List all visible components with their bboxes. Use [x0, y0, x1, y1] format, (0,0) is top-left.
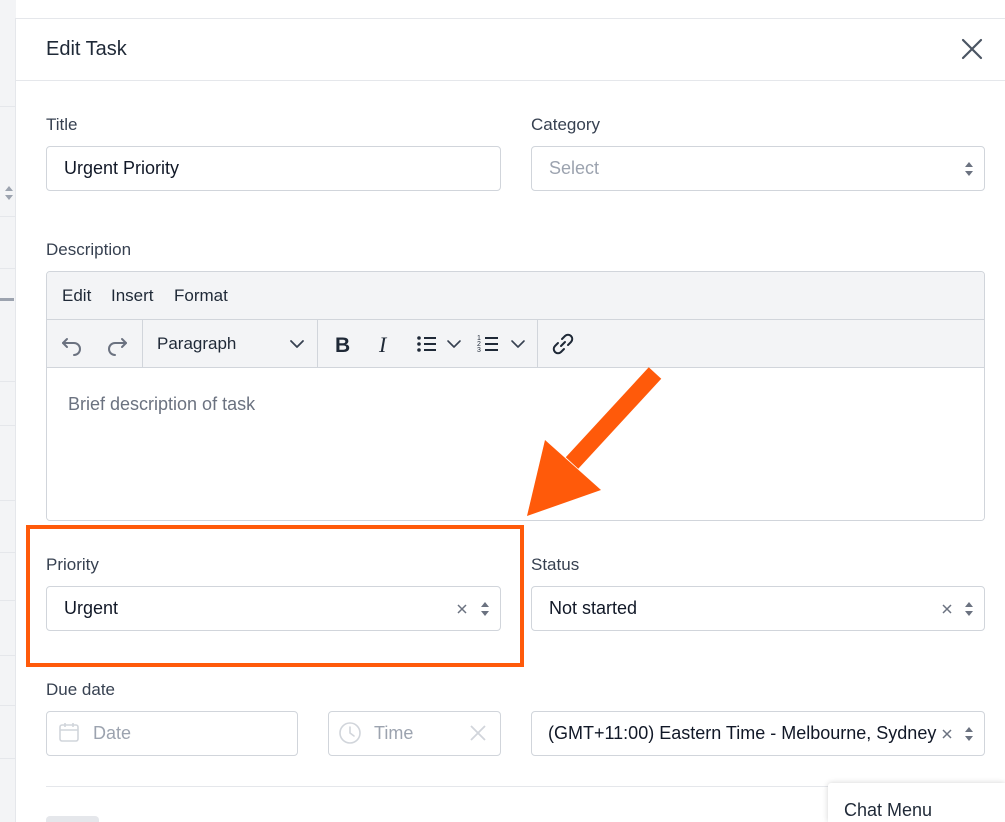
- chat-menu-label: Chat Menu: [844, 800, 933, 820]
- annotation-arrow-icon: [527, 367, 662, 516]
- chat-menu-button[interactable]: Chat Menu: [828, 783, 1005, 822]
